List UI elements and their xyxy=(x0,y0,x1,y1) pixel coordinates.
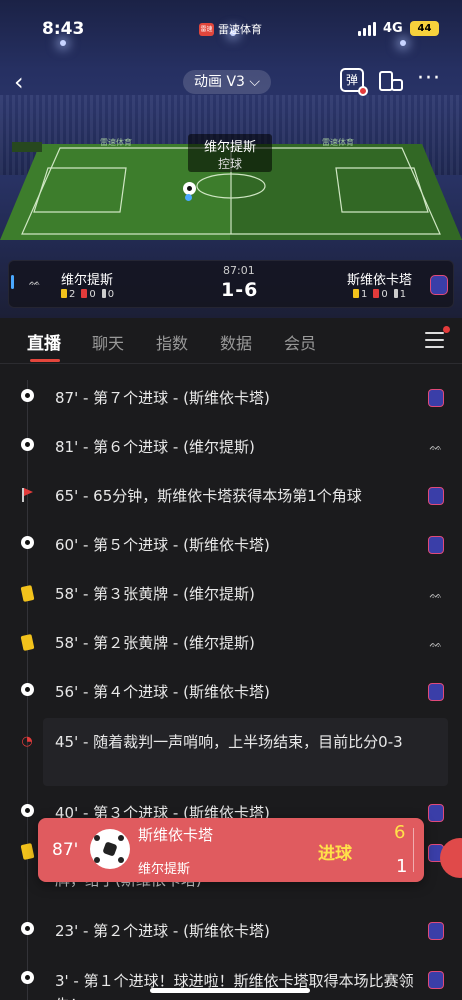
away-team-logo-icon xyxy=(430,275,448,295)
back-icon[interactable]: ‹ xyxy=(14,68,24,96)
yellow-card-icon xyxy=(18,634,36,653)
match-clock: 87:01 xyxy=(223,264,255,277)
away-stats: 1 0 1 xyxy=(353,289,406,300)
event-row: 56' - 第４个进球 - (斯维依卡塔) xyxy=(0,669,462,718)
app-brand: 雷速 雷速体育 xyxy=(199,21,262,37)
yellow-card-icon xyxy=(18,843,36,862)
football-icon xyxy=(18,683,36,701)
event-text: 58' - 第２张黄牌 - (维尔提斯) xyxy=(55,634,255,652)
tab-chat[interactable]: 聊天 xyxy=(92,330,124,354)
event-row: 65' - 65分钟，斯维依卡塔获得本场第1个角球 xyxy=(0,473,462,522)
opponent-team: 维尔提斯 xyxy=(138,862,191,877)
event-row: 81' - 第６个进球 - (维尔提斯) ᨐ xyxy=(0,424,462,473)
home-team-name: 维尔提斯 xyxy=(61,273,114,288)
football-icon xyxy=(18,438,36,456)
event-text: 81' - 第６个进球 - (维尔提斯) xyxy=(55,438,255,456)
away-red-cards: 0 xyxy=(373,289,388,300)
event-text: 60' - 第５个进球 - (斯维依卡塔) xyxy=(55,536,270,554)
tab-odds[interactable]: 指数 xyxy=(156,330,188,354)
home-team-logo-icon: ᨐ xyxy=(29,277,41,288)
away-corners: 1 xyxy=(393,289,406,300)
danmu-toggle-button[interactable]: 弹 xyxy=(340,68,368,96)
network-type: 4G xyxy=(383,21,403,36)
away-team-logo-icon xyxy=(428,922,444,940)
pitch-board-right: 雷速体育 xyxy=(322,138,354,147)
home-yellow-cards: 2 xyxy=(61,289,75,300)
animation-version-select[interactable]: 动画 V3 ⌵ xyxy=(183,70,271,94)
event-text: 56' - 第４个进球 - (斯维依卡塔) xyxy=(55,683,270,701)
away-team-logo-icon xyxy=(428,536,444,554)
danmu-status-dot xyxy=(358,86,368,96)
clock: 8:43 xyxy=(42,19,85,39)
status-bar: 8:43 雷速 雷速体育 4G 44 xyxy=(0,0,462,58)
opponent-team-score: 1 xyxy=(396,856,408,877)
scoring-team: 斯维依卡塔 xyxy=(138,826,214,844)
possession-team: 维尔提斯 xyxy=(203,140,256,155)
score-panel: ᨐ 维尔提斯 2 0 0 87:01 1-6 斯维依卡塔 1 0 1 xyxy=(8,260,454,308)
home-corners: 0 xyxy=(101,289,114,300)
app-logo-icon: 雷速 xyxy=(199,22,214,36)
event-row: 87' - 第７个进球 - (斯维依卡塔) xyxy=(0,375,462,424)
event-row: 3' - 第１个进球！球进啦！斯维依卡塔取得本场比赛领先！ xyxy=(0,957,462,1000)
corner-flag-icon xyxy=(18,487,36,505)
tab-bar: 直播 聊天 指数 数据 会员 xyxy=(0,318,462,364)
event-row: 60' - 第５个进球 - (斯维依卡塔) xyxy=(0,522,462,571)
event-row: 58' - 第２张黄牌 - (维尔提斯) ᨐ xyxy=(0,620,462,669)
home-team-logo-icon: ᨐ xyxy=(429,440,443,453)
tab-vip[interactable]: 会员 xyxy=(284,330,316,354)
event-row: 58' - 第３张黄牌 - (维尔提斯) ᨐ xyxy=(0,571,462,620)
menu-icon[interactable] xyxy=(425,332,444,348)
top-nav: ‹ 动画 V3 ⌵ 弹 ··· xyxy=(0,62,462,102)
football-icon xyxy=(18,536,36,554)
possession-indicator: 维尔提斯 控球 xyxy=(188,134,272,172)
app-name: 雷速体育 xyxy=(218,23,262,36)
tab-live[interactable]: 直播 xyxy=(27,329,61,354)
football-icon xyxy=(90,829,130,869)
battery-icon: 44 xyxy=(410,21,439,36)
signal-icon xyxy=(358,22,376,36)
possession-action: 控球 xyxy=(217,157,242,171)
away-team-logo-icon xyxy=(428,487,444,505)
player-marker xyxy=(185,194,192,201)
event-row: 23' - 第２个进球 - (斯维依卡塔) xyxy=(0,908,462,957)
event-text: 23' - 第２个进球 - (斯维依卡塔) xyxy=(55,922,270,940)
away-yellow-cards: 1 xyxy=(353,289,367,300)
event-text: 3' - 第１个进球！球进啦！斯维依卡塔取得本场比赛领先！ xyxy=(55,972,414,1000)
screen-switch-icon[interactable] xyxy=(378,70,404,92)
danmu-label: 弹 xyxy=(345,73,358,87)
home-indicator[interactable] xyxy=(150,988,310,993)
notification-dot xyxy=(443,326,450,333)
home-stats: 2 0 0 xyxy=(61,289,114,300)
scoring-team-score: 6 xyxy=(394,822,406,843)
yellow-card-icon xyxy=(18,585,36,604)
whistle-icon: ◔ xyxy=(21,734,33,749)
pitch-board-left: 雷速体育 xyxy=(100,138,132,147)
away-team-logo-icon xyxy=(428,804,444,822)
event-text: 45' - 随着裁判一声哨响，上半场结束，目前比分0-3 xyxy=(55,733,403,751)
tab-data[interactable]: 数据 xyxy=(220,330,252,354)
goal-notification[interactable]: 87' 斯维依卡塔 维尔提斯 进球 6 1 xyxy=(38,818,424,882)
event-text: 58' - 第３张黄牌 - (维尔提斯) xyxy=(55,585,255,603)
football-icon xyxy=(18,922,36,940)
divider xyxy=(413,828,414,872)
football-icon xyxy=(18,804,36,822)
home-color-bar xyxy=(11,275,14,289)
event-text: 65' - 65分钟，斯维依卡塔获得本场第1个角球 xyxy=(55,487,362,505)
away-team-logo-icon xyxy=(428,971,444,989)
football-icon xyxy=(18,389,36,407)
active-tab-indicator xyxy=(30,359,60,362)
home-team-logo-icon: ᨐ xyxy=(429,588,443,601)
more-icon[interactable]: ··· xyxy=(417,66,441,91)
home-red-cards: 0 xyxy=(81,289,96,300)
away-team-logo-icon xyxy=(428,683,444,701)
goal-minute: 87' xyxy=(52,840,79,860)
away-team-logo-icon xyxy=(428,389,444,407)
match-score: 1-6 xyxy=(221,279,259,301)
away-team-name: 斯维依卡塔 xyxy=(347,273,413,288)
football-icon xyxy=(18,971,36,989)
goal-label: 进球 xyxy=(318,844,352,864)
event-row: ◔ 45' - 随着裁判一声哨响，上半场结束，目前比分0-3 xyxy=(0,718,462,786)
event-text: 87' - 第７个进球 - (斯维依卡塔) xyxy=(55,389,270,407)
home-team-logo-icon: ᨐ xyxy=(429,637,443,650)
